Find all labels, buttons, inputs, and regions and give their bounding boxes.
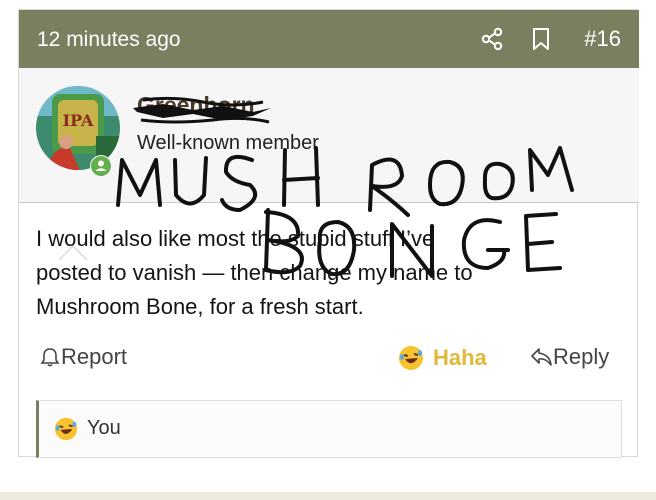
reply-icon xyxy=(531,348,552,366)
reply-button[interactable]: Reply xyxy=(529,344,609,370)
post-body-line: posted to vanish — then change my name t… xyxy=(36,260,473,285)
report-button[interactable]: Report xyxy=(39,344,127,370)
avatar-logo-text: IPA xyxy=(63,111,94,130)
post-body-line: Mushroom Bone, for a fresh start. xyxy=(36,294,364,319)
reply-label: Reply xyxy=(553,344,610,369)
haha-label: Haha xyxy=(433,345,487,370)
post-number[interactable]: #16 xyxy=(584,26,621,52)
post-header: 12 minutes ago #16 xyxy=(19,10,639,68)
user-block: IPA Greenhorn Well-known member xyxy=(19,68,639,260)
laughing-emoji-icon xyxy=(54,417,78,441)
page-bottom-divider xyxy=(0,492,656,500)
post-body: I would also like most the stupid stuff … xyxy=(36,222,626,324)
laughing-emoji-icon xyxy=(399,346,423,370)
post-timestamp[interactable]: 12 minutes ago xyxy=(37,28,181,52)
scribble-redaction xyxy=(133,96,271,124)
bookmark-icon[interactable] xyxy=(528,26,554,52)
online-status-icon xyxy=(90,155,112,177)
post-body-line: I would also like most the stupid stuff … xyxy=(36,226,435,251)
bell-icon xyxy=(40,348,60,367)
user-title: Well-known member xyxy=(137,132,319,154)
haha-reaction-button[interactable]: Haha xyxy=(397,344,487,372)
share-icon[interactable] xyxy=(479,26,505,52)
reactions-label[interactable]: You xyxy=(87,417,121,440)
report-label: Report xyxy=(61,344,128,369)
reactions-bar[interactable]: You xyxy=(36,400,622,458)
post-card: 12 minutes ago #16 IPA Greenhorn Well-kn… xyxy=(18,9,639,458)
